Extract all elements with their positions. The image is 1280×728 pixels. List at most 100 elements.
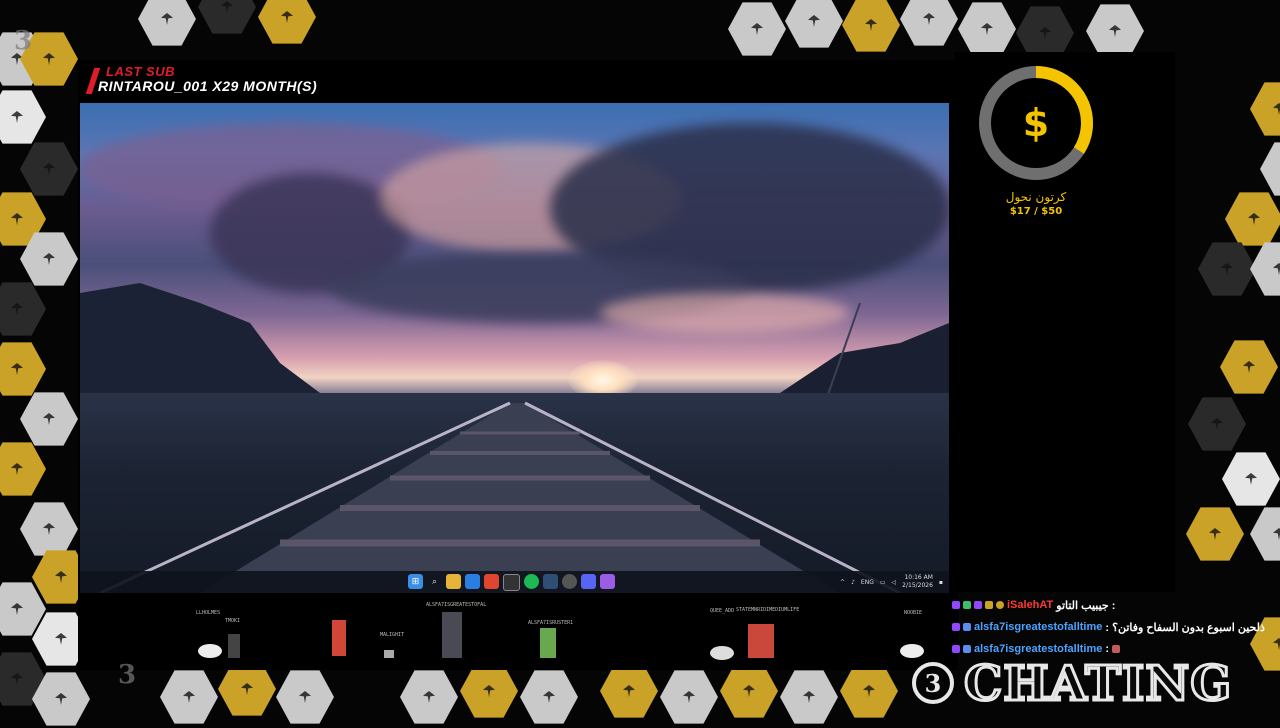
- hex-tile: [20, 502, 78, 556]
- hex-tile: [0, 442, 46, 496]
- last-sub-title: LAST SUB: [106, 64, 175, 79]
- emote-icon: [996, 601, 1004, 609]
- hex-tile: [660, 670, 718, 724]
- hex-tile: [460, 664, 518, 718]
- chat-username[interactable]: alsfa7isgreatestofalltime: [974, 621, 1102, 633]
- badge-icon: [963, 645, 971, 653]
- file-explorer-icon[interactable]: [446, 574, 461, 589]
- twitch-badge-icon: [952, 601, 960, 609]
- viewer-tag: QUEE_ADD: [710, 608, 735, 614]
- hex-tile: [276, 670, 334, 724]
- chat-message: alsfa7isgreatestofalltime : ذلحين اسبوع …: [952, 616, 1280, 638]
- hex-tile: [258, 0, 316, 44]
- notification-icon[interactable]: ▪: [939, 579, 943, 586]
- taskbar-icons: ⊞ ⌕: [408, 574, 615, 591]
- hex-tile: [600, 664, 658, 718]
- hex-tile: [520, 670, 578, 724]
- hex-tile: [900, 0, 958, 46]
- viewer-character: [332, 620, 346, 656]
- hex-tile: [1220, 340, 1278, 394]
- hex-tile: [958, 2, 1016, 56]
- hex-tile: [0, 90, 46, 144]
- last-sub-name: RINTAROU_001 X29 MONTH(S): [98, 78, 318, 94]
- search-icon[interactable]: ⌕: [427, 574, 442, 589]
- viewer-character: [540, 628, 556, 658]
- viewer-character: [442, 612, 462, 658]
- logo-word: CHATING: [962, 655, 1233, 714]
- goal-amount: $17 / $50: [1009, 206, 1063, 217]
- hex-tile: [1186, 507, 1244, 561]
- hex-tile: [1222, 452, 1280, 506]
- edge-icon[interactable]: [465, 574, 480, 589]
- viewer-character: [710, 646, 734, 660]
- network-icon[interactable]: ▭: [880, 579, 886, 586]
- viewer-character: [384, 650, 394, 658]
- hex-tile: [160, 670, 218, 724]
- chat-overlay: iSalehAT جيبيب التاتو : alsfa7isgreatest…: [952, 594, 1280, 660]
- emote-icon: [1112, 645, 1121, 653]
- chevron-up-icon[interactable]: ^: [840, 579, 845, 586]
- app-icon[interactable]: [600, 574, 615, 589]
- hex-tile: [400, 670, 458, 724]
- system-tray: ^ ♪ ENG ▭ ◁ 10:16 AM 2/15/2026 ▪: [840, 574, 943, 590]
- volume-icon[interactable]: ◁: [892, 579, 897, 586]
- viewer-character: [748, 624, 774, 658]
- cortana-icon[interactable]: [562, 574, 577, 589]
- viewer-tag: NOOBIE: [904, 610, 923, 616]
- badge-icon: [974, 601, 982, 609]
- decor-number: 3: [14, 26, 33, 56]
- hex-tile: [1250, 242, 1280, 296]
- hex-tile: [780, 670, 838, 724]
- viewer-characters-strip: LLHOLMES TMOKI MALIGHIT ALSFA7ISGREATEST…: [80, 596, 949, 666]
- hex-tile: [842, 0, 900, 52]
- chat-text: جيبيب التاتو :: [1056, 599, 1116, 612]
- twitch-badge-icon: [952, 645, 960, 653]
- badge-icon: [963, 601, 971, 609]
- clock-date: 2/15/2026: [902, 582, 933, 589]
- hex-tile: [1225, 192, 1280, 246]
- viewer-tag: STATEMNRIDIMEDIUMLIFE: [736, 607, 800, 613]
- hex-tile: [785, 0, 843, 48]
- twitch-badge-icon: [952, 623, 960, 631]
- chatting-logo: 3 CHATING: [912, 655, 1233, 714]
- chat-username[interactable]: alsfa7isgreatestofalltime: [974, 643, 1102, 655]
- goal-label: كرتون نحول: [1005, 190, 1067, 204]
- badge-icon: [963, 623, 971, 631]
- viewer-character: [228, 634, 240, 658]
- hex-tile: [1260, 142, 1280, 196]
- donation-goal-ring: $: [979, 66, 1093, 180]
- hex-tile: [0, 342, 46, 396]
- chat-text: :: [1105, 643, 1110, 655]
- logo-number: 3: [912, 662, 954, 704]
- hex-tile: [20, 392, 78, 446]
- viewer-tag: ALSFA7ISRUSTER1: [528, 620, 574, 626]
- hex-tile: [138, 0, 196, 46]
- desktop-screen: ⊞ ⌕ ^ ♪ ENG ▭ ◁ 10:16 AM 2/15/2026 ▪: [80, 103, 949, 593]
- obs-icon[interactable]: [503, 574, 520, 591]
- discord-icon[interactable]: [581, 574, 596, 589]
- viewer-tag: LLHOLMES: [196, 610, 221, 616]
- railway-track: [99, 401, 901, 593]
- language-indicator[interactable]: ENG: [861, 579, 874, 586]
- taskbar-clock[interactable]: 10:16 AM 2/15/2026: [902, 574, 933, 590]
- hex-tile: [1250, 507, 1280, 561]
- viewer-character: [198, 644, 222, 658]
- hex-tile: [1188, 397, 1246, 451]
- windows-icon[interactable]: ⊞: [408, 574, 423, 589]
- taskbar: ⊞ ⌕ ^ ♪ ENG ▭ ◁ 10:16 AM 2/15/2026 ▪: [80, 571, 949, 593]
- hex-tile: [20, 142, 78, 196]
- viewer-tag: TMOKI: [225, 618, 241, 624]
- hex-tile: [840, 664, 898, 718]
- spotify-icon[interactable]: [524, 574, 539, 589]
- chat-username[interactable]: iSalehAT: [1007, 599, 1053, 611]
- microphone-icon[interactable]: ♪: [851, 579, 855, 586]
- hex-tile: [198, 0, 256, 34]
- hex-tile: [728, 2, 786, 56]
- viewer-tag: ALSFA7ISGREATESTOFAL: [426, 602, 487, 608]
- badge-icon: [985, 601, 993, 609]
- hex-tile: [1250, 82, 1280, 136]
- hex-tile: [1198, 242, 1256, 296]
- brave-icon[interactable]: [484, 574, 499, 589]
- steam-icon[interactable]: [543, 574, 558, 589]
- chat-text: : ذلحين اسبوع بدون السفاح وفاتن؟: [1105, 621, 1265, 634]
